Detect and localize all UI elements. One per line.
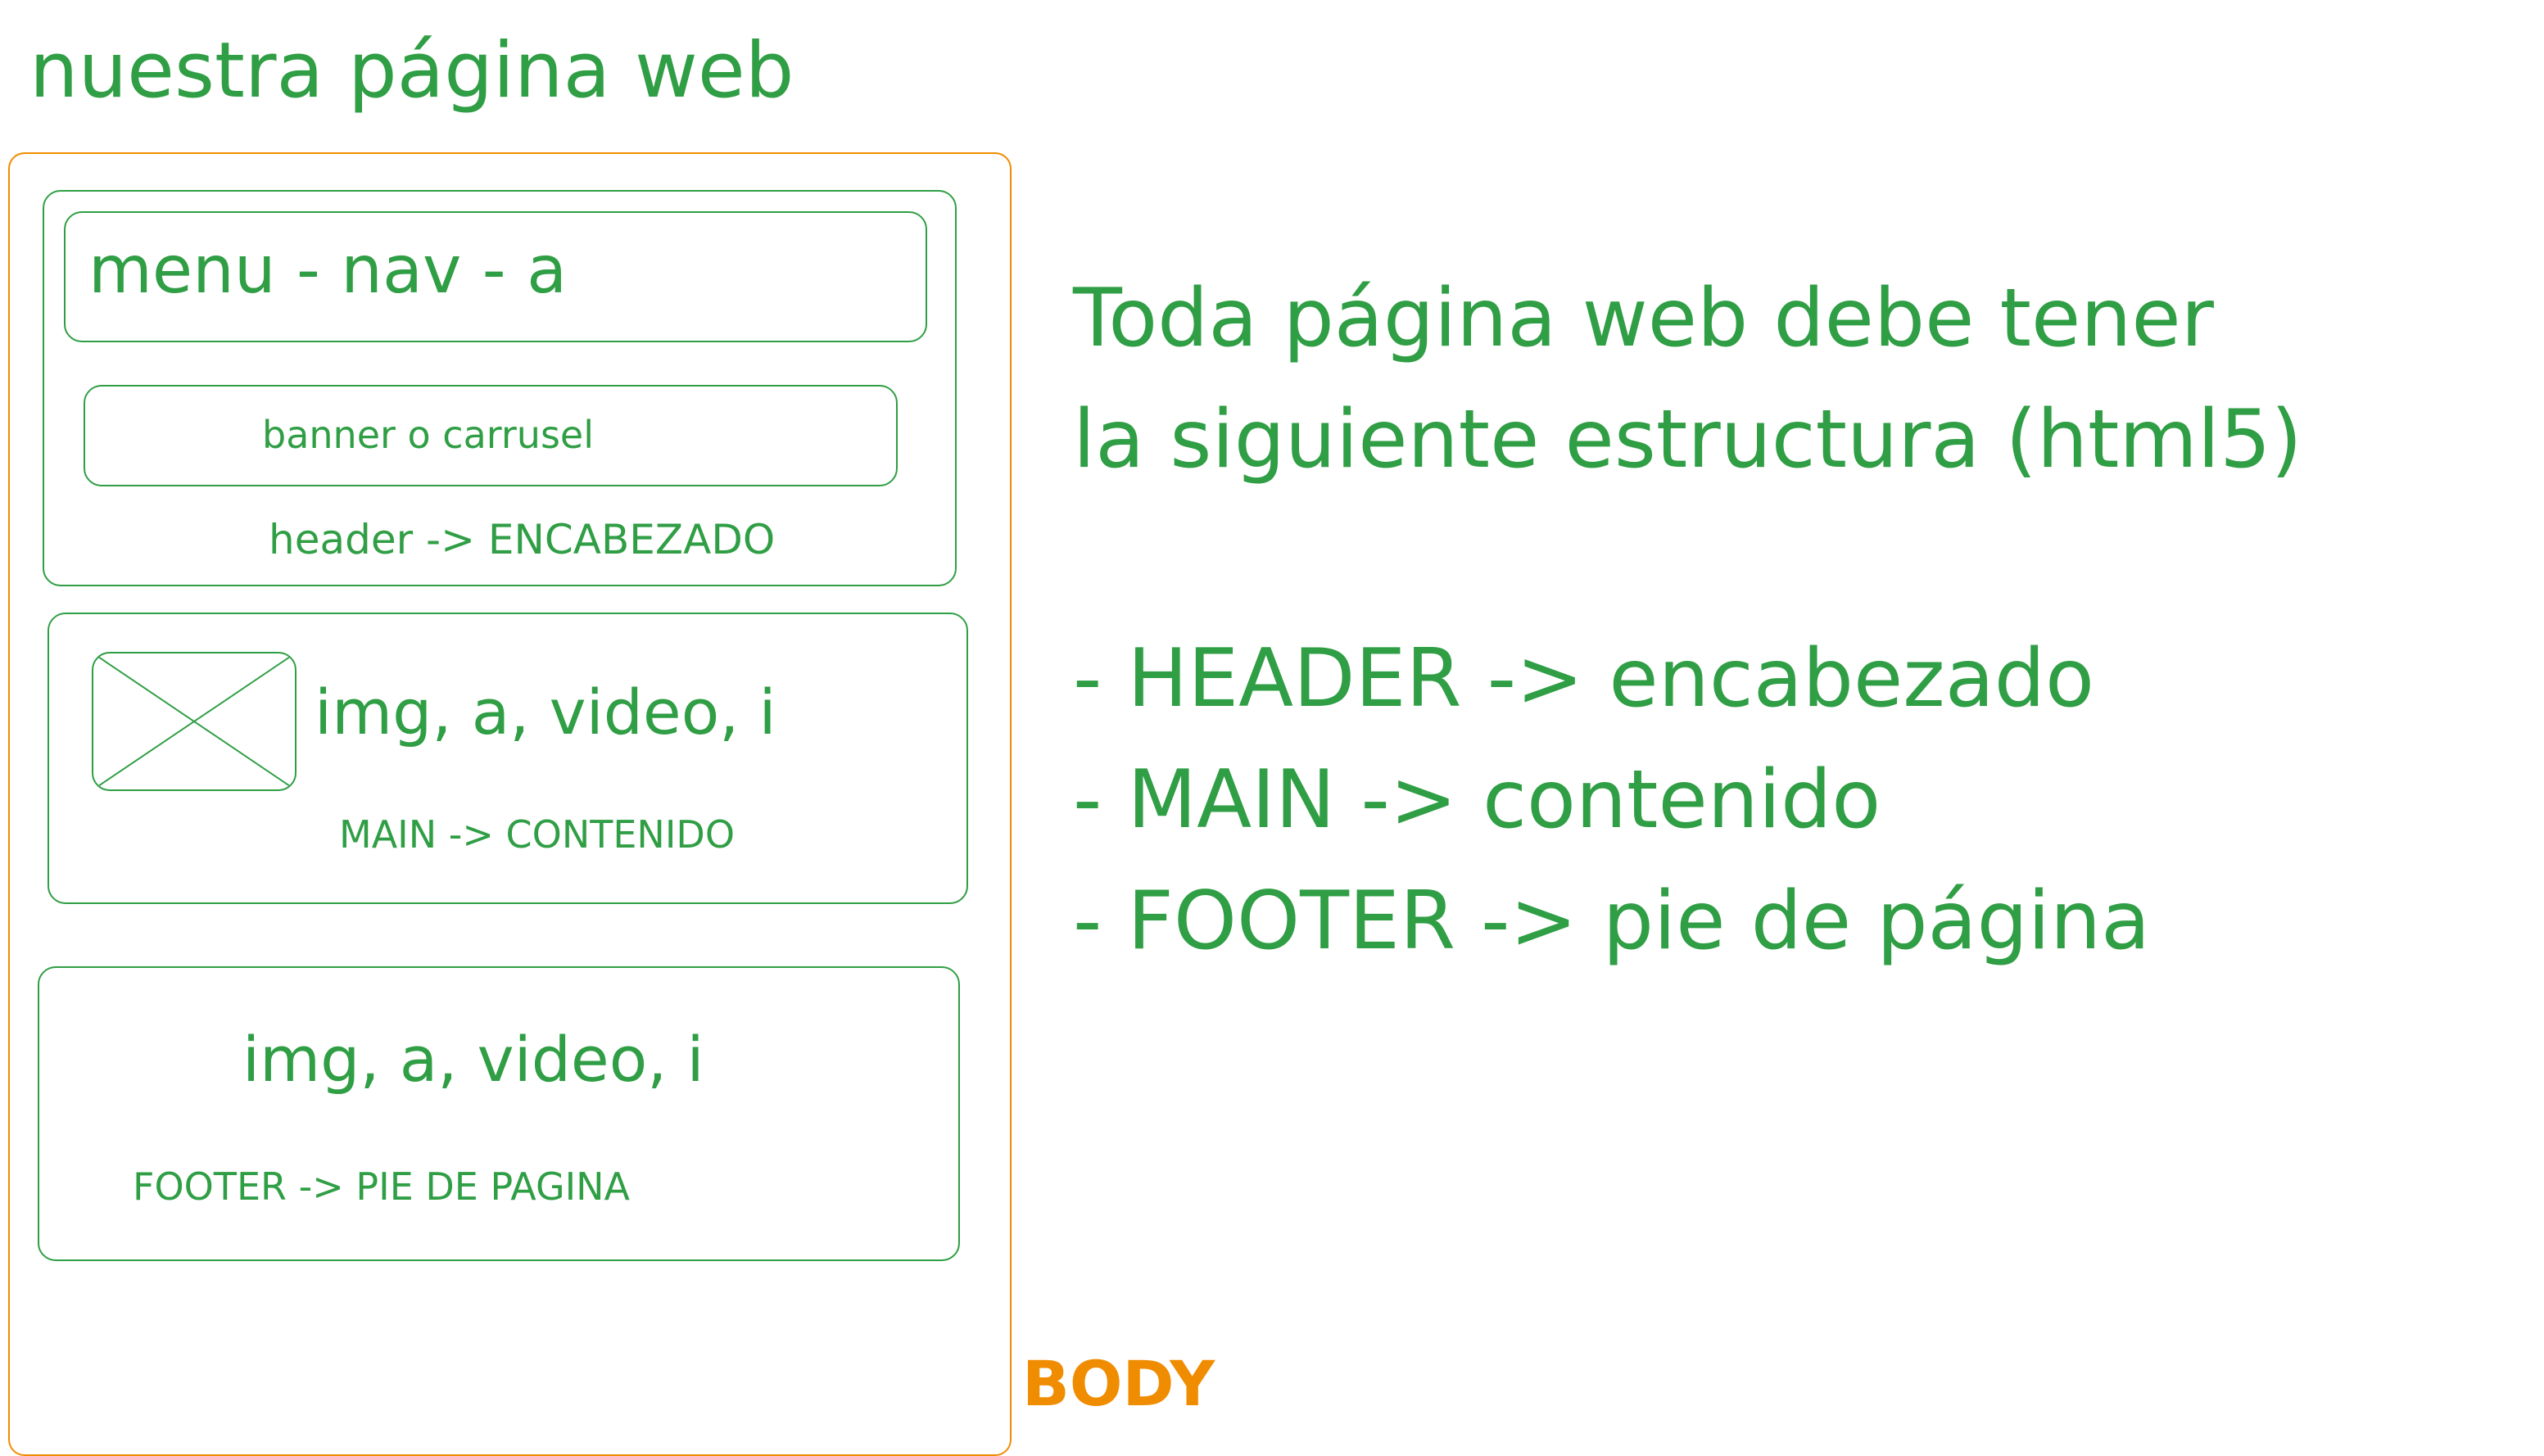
- body-label: BODY: [1022, 1347, 1215, 1420]
- structure-item-main: - MAIN -> contenido: [1073, 753, 1881, 847]
- main-elements: img, a, video, i: [315, 676, 776, 748]
- banner-text: banner o carrusel: [262, 413, 594, 457]
- structure-item-header: - HEADER -> encabezado: [1073, 632, 2094, 726]
- header-label: header -> ENCABEZADO: [269, 516, 776, 563]
- intro-line-1: Toda página web debe tener: [1073, 272, 2214, 365]
- footer-label: FOOTER -> PIE DE PAGINA: [133, 1164, 631, 1209]
- nav-text: menu - nav - a: [88, 232, 568, 308]
- intro-line-2: la siguiente estructura (html5): [1073, 393, 2302, 486]
- footer-elements: img, a, video, i: [242, 1023, 704, 1096]
- footer-section: [38, 966, 960, 1261]
- image-placeholder-icon: [92, 652, 296, 791]
- page-title: nuestra página web: [29, 26, 794, 115]
- main-label: MAIN -> CONTENIDO: [339, 812, 736, 857]
- structure-item-footer: - FOOTER -> pie de página: [1073, 875, 2151, 968]
